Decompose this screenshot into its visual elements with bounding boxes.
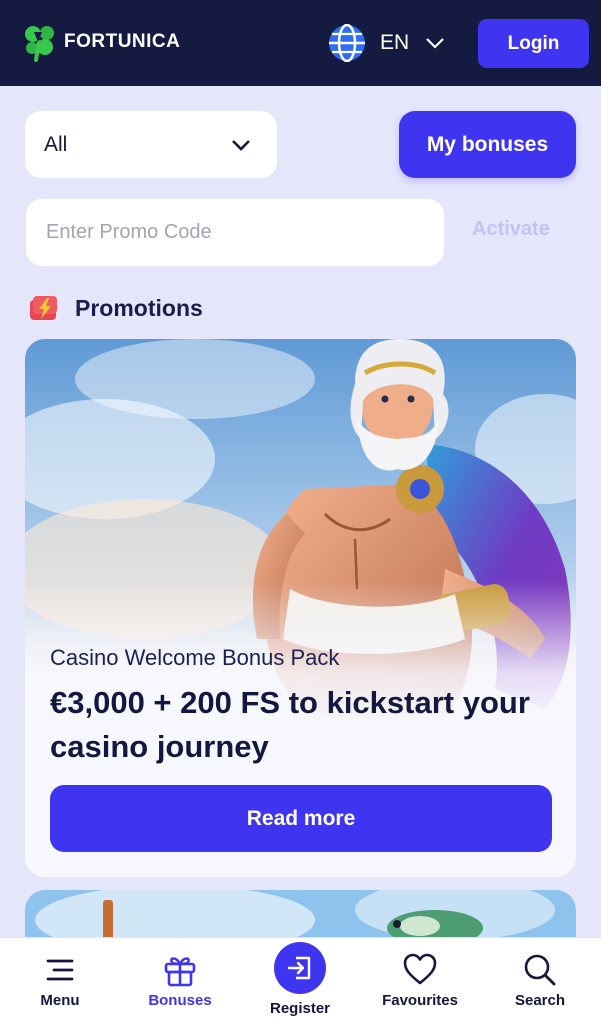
language-code: EN [380, 31, 410, 54]
register-icon [287, 956, 311, 980]
fortunica-logo[interactable]: FORTUNICA [22, 22, 180, 62]
heart-icon [403, 953, 437, 985]
nav-label: Bonuses [148, 992, 212, 1009]
nav-menu[interactable]: Menu [10, 938, 110, 1024]
chevron-down-icon [232, 139, 250, 151]
logo-text: FORTUNICA [64, 31, 181, 52]
promo-title: €3,000 + 200 FS to kickstart your casino… [50, 685, 530, 764]
promo-subtitle: Casino Welcome Bonus Pack [50, 645, 340, 670]
bottom-navigation: Menu Bonuses Register Favourites Search [0, 937, 601, 1024]
activate-button[interactable]: Activate [472, 218, 550, 241]
nav-label: Register [269, 1000, 331, 1017]
promo-code-input[interactable] [26, 199, 444, 266]
nav-label: Search [514, 992, 566, 1009]
menu-icon [46, 959, 74, 981]
bonus-filter-select[interactable]: All [25, 111, 277, 178]
clover-logo-icon [25, 26, 54, 62]
nav-search[interactable]: Search [490, 938, 590, 1024]
promo-card[interactable]: Casino Welcome Bonus Pack €3,000 + 200 F… [25, 339, 576, 877]
lightning-gift-icon [30, 296, 57, 320]
nav-favourites[interactable]: Favourites [370, 938, 470, 1024]
filter-value: All [44, 132, 68, 156]
login-button[interactable]: Login [478, 19, 589, 68]
globe-icon [329, 24, 365, 62]
search-icon [524, 954, 556, 986]
my-bonuses-button[interactable]: My bonuses [399, 111, 576, 178]
register-circle [274, 942, 326, 994]
nav-bonuses[interactable]: Bonuses [130, 938, 230, 1024]
nav-label: Menu [40, 992, 80, 1009]
top-header: FORTUNICA EN Login [0, 0, 601, 86]
chevron-down-icon [426, 38, 444, 49]
gift-icon [164, 957, 196, 987]
nav-label: Favourites [382, 992, 458, 1009]
language-selector[interactable]: EN [328, 24, 445, 62]
promotions-heading: Promotions [27, 291, 203, 325]
section-title: Promotions [75, 294, 203, 321]
nav-register[interactable]: Register [250, 938, 350, 1024]
read-more-button[interactable]: Read more [50, 785, 552, 852]
